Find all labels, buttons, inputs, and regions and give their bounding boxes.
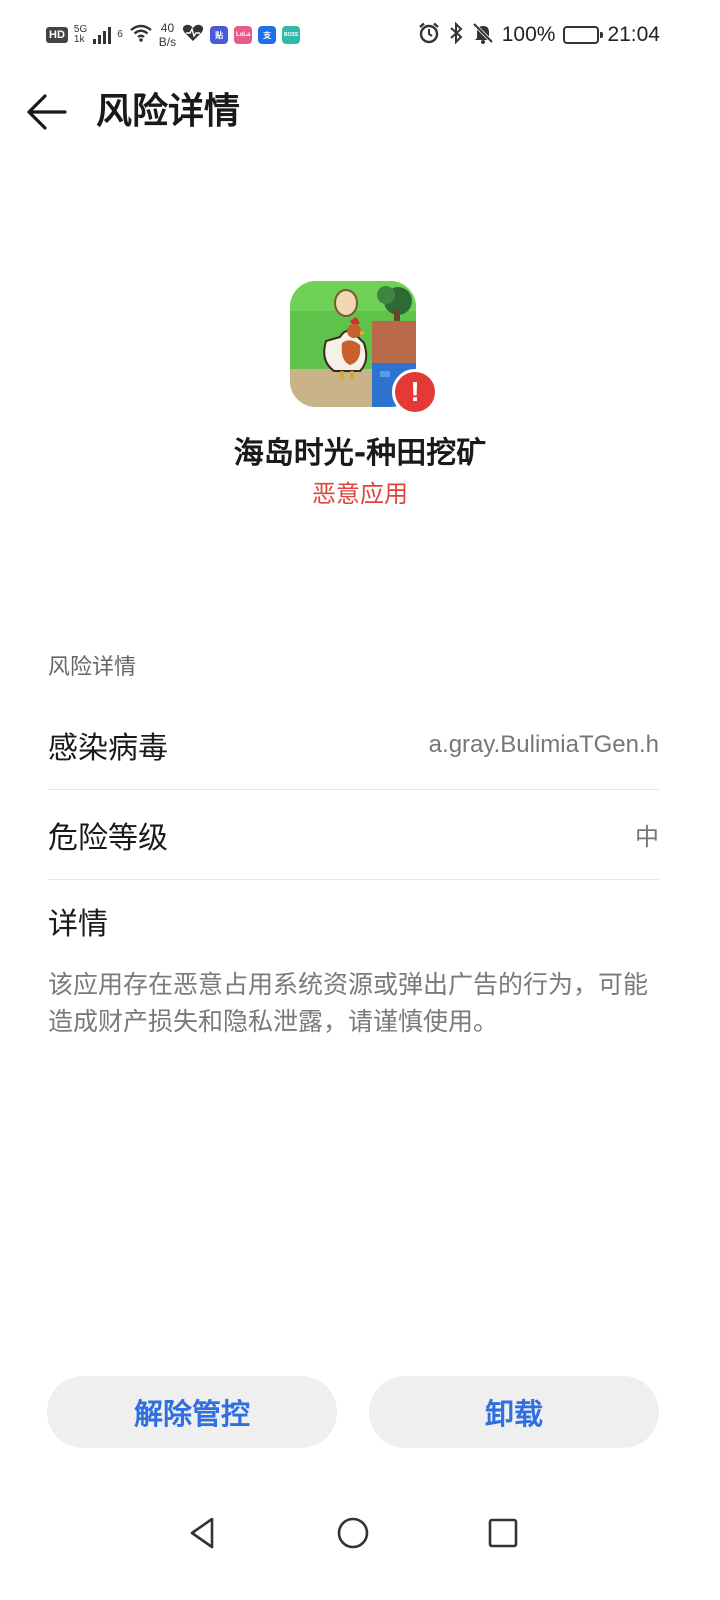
risk-details-screen: HD 5G 1k 6 40 B/s 贴 LoLa 支 BOSS 100% 21:… [0, 0, 720, 1600]
signal-icon [93, 26, 112, 44]
risk-level-label: 危险等级 [48, 820, 168, 856]
alarm-icon [418, 22, 440, 49]
back-arrow-icon [27, 94, 67, 130]
hd-icon: HD [46, 27, 68, 43]
lola-notification-icon: LoLa [234, 26, 253, 44]
wifi-6-label: 6 [117, 29, 123, 40]
back-button[interactable] [22, 88, 72, 136]
speed-value: 40 [160, 21, 175, 35]
mute-bell-icon [472, 22, 494, 49]
app-name: 海岛时光-种田挖矿 [233, 436, 487, 471]
alipay-notification-icon: 支 [258, 26, 277, 44]
battery-percent: 100% [501, 23, 556, 46]
tieba-notification-icon: 贴 [210, 26, 229, 44]
risk-level-row: 危险等级 中 [48, 790, 659, 880]
uninstall-button[interactable]: 卸载 [369, 1376, 659, 1448]
wifi-icon [129, 23, 153, 48]
mobile-network-label: 5G 1k [74, 25, 87, 45]
speed-unit: B/s [158, 35, 177, 49]
section-header-risk-details: 风险详情 [48, 655, 137, 680]
circle-home-icon [337, 1517, 369, 1549]
bluetooth-icon [448, 21, 464, 49]
nav-recents-button[interactable] [478, 1508, 528, 1558]
health-icon [182, 24, 204, 47]
detail-label: 详情 [48, 907, 108, 942]
navigation-bar [0, 1490, 720, 1570]
release-control-button[interactable]: 解除管控 [47, 1376, 337, 1448]
risk-type-label: 恶意应用 [312, 480, 408, 508]
virus-row: 感染病毒 a.gray.BulimiaTGen.h [48, 700, 659, 790]
status-bar: HD 5G 1k 6 40 B/s 贴 LoLa 支 BOSS 100% 21:… [0, 0, 720, 70]
wifi-label: 6 [117, 30, 123, 40]
clock: 21:04 [607, 23, 660, 46]
triangle-back-icon [190, 1517, 214, 1549]
status-bar-left: HD 5G 1k 6 40 B/s 贴 LoLa 支 BOSS [46, 18, 301, 52]
boss-notification-icon: BOSS [282, 26, 301, 44]
risk-level-value: 中 [635, 824, 659, 851]
app-bar: 风险详情 [0, 70, 720, 154]
nav-home-button[interactable] [328, 1508, 378, 1558]
virus-label: 感染病毒 [48, 730, 168, 766]
status-bar-right: 100% 21:04 [418, 18, 660, 52]
page-title: 风险详情 [96, 91, 241, 132]
battery-icon [563, 26, 604, 44]
detail-description: 该应用存在恶意占用系统资源或弹出广告的行为，可能造成财产损失和隐私泄露，请谨慎使… [48, 970, 649, 1036]
nav-back-button[interactable] [178, 1508, 228, 1558]
warning-badge-icon: ! [392, 369, 438, 415]
network-sub-label: 1k [73, 34, 85, 45]
virus-value: a.gray.BulimiaTGen.h [428, 730, 659, 758]
network-speed: 40 B/s [159, 21, 176, 49]
square-recents-icon [488, 1518, 518, 1548]
app-icon-container: ! [290, 281, 438, 415]
